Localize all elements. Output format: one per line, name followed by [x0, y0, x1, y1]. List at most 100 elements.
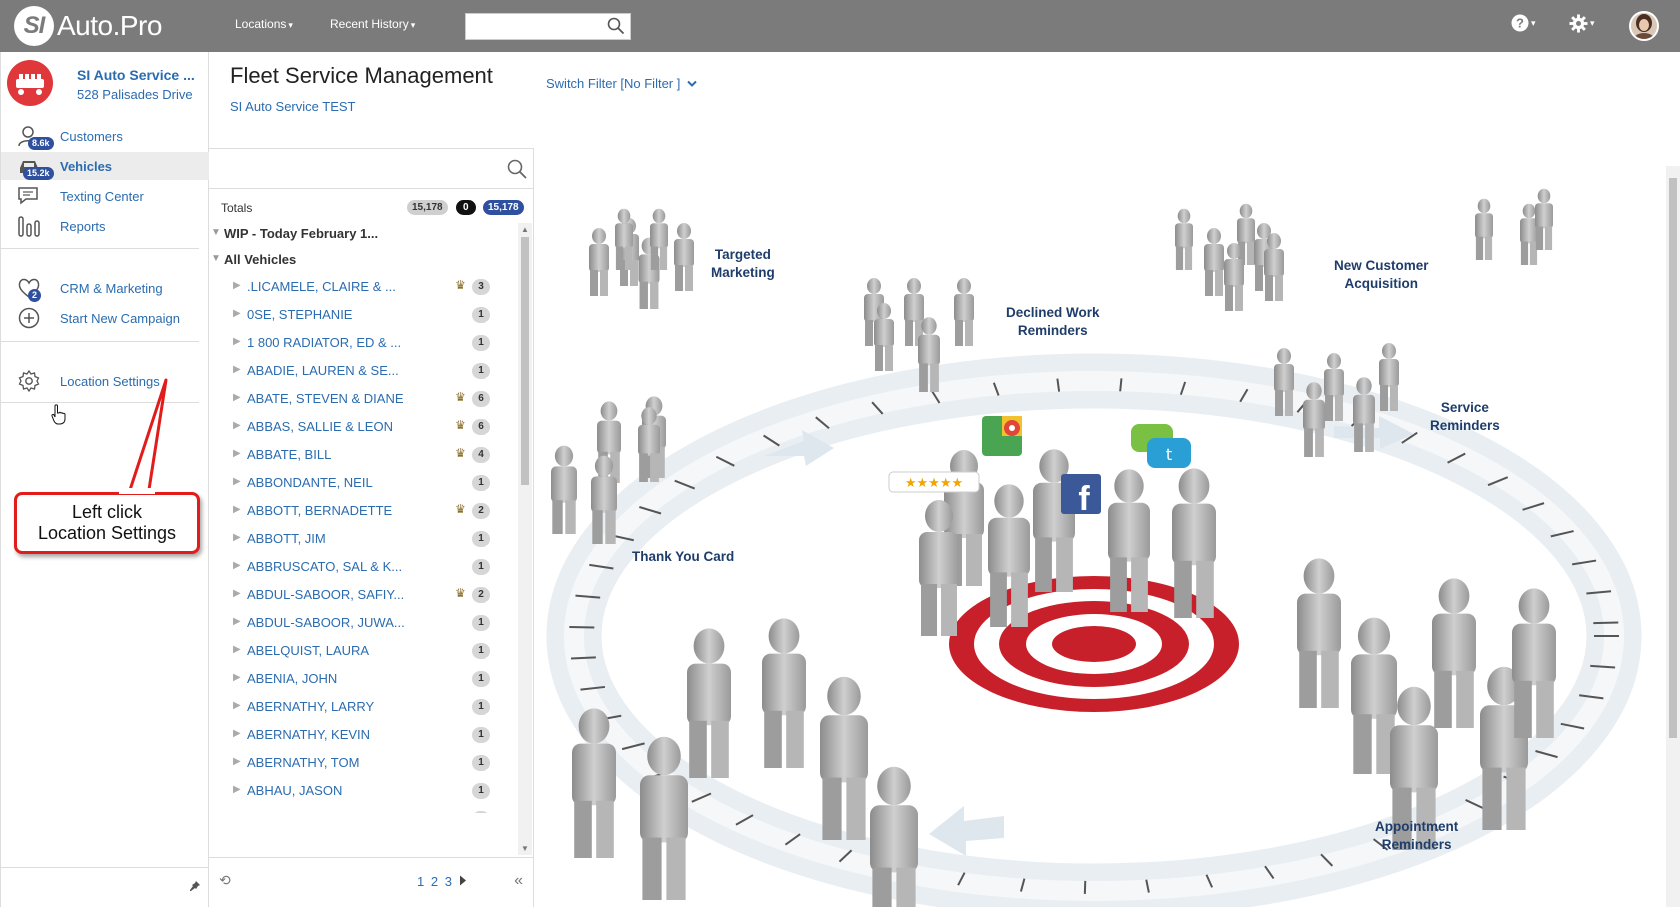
label-line: Reminders [1017, 323, 1088, 338]
pin-icon[interactable] [189, 880, 201, 892]
customer-name[interactable]: ABIRI, ZVI [247, 811, 417, 813]
caret-right-icon[interactable]: ▶ [233, 728, 241, 739]
caret-right-icon[interactable]: ▶ [233, 336, 241, 347]
customer-name[interactable]: ABDUL-SABOOR, SAFIY... [247, 587, 417, 602]
page-link[interactable]: 1 [417, 874, 424, 889]
caret-right-icon[interactable]: ▶ [233, 812, 241, 813]
caret-right-icon[interactable]: ▶ [233, 588, 241, 599]
caret-right-icon[interactable]: ▶ [233, 392, 241, 403]
list-item[interactable]: ▶ ABELQUIST, LAURA 1 [209, 637, 517, 665]
sidebar-item-location-settings[interactable]: Location Settings [1, 367, 209, 395]
list-item[interactable]: ▶ ABBRUSCATO, SAL & K... 1 [209, 553, 517, 581]
customer-name[interactable]: .LICAMELE, CLAIRE & ... [247, 279, 417, 294]
list-item[interactable]: ▶ ABBOTT, JIM 1 [209, 525, 517, 553]
collapse-panel-icon[interactable]: « [514, 872, 523, 890]
shop-logo[interactable] [7, 60, 53, 106]
customer-name[interactable]: ABBRUSCATO, SAL & K... [247, 559, 417, 574]
help-menu[interactable]: ? ▾ [1511, 14, 1536, 32]
list-item[interactable]: ▶ ABHAU, JASON 1 [209, 777, 517, 805]
caret-right-icon[interactable]: ▶ [233, 420, 241, 431]
caret-right-icon[interactable]: ▶ [233, 644, 241, 655]
customer-name[interactable]: ABENIA, JOHN [247, 671, 417, 686]
group-all-vehicles[interactable]: ▼ All Vehicles [209, 249, 519, 271]
nav-locations[interactable]: Locations ▾ [235, 17, 293, 31]
sidebar-item-vehicles[interactable]: 15.2k Vehicles [1, 152, 209, 180]
caret-right-icon[interactable]: ▶ [233, 280, 241, 291]
sidebar-item-start-new-campaign[interactable]: Start New Campaign [1, 304, 209, 332]
search-icon[interactable] [607, 17, 625, 35]
callout-pointer-joint [119, 488, 155, 494]
app-logo[interactable]: SI Auto.Pro [14, 6, 162, 46]
caret-right-icon[interactable]: ▶ [233, 532, 241, 543]
caret-right-icon[interactable]: ▶ [233, 308, 241, 319]
list-item[interactable]: ▶ ABATE, STEVEN & DIANE ♛ 6 [209, 385, 517, 413]
list-item[interactable]: ▶ ABBONDANTE, NEIL 1 [209, 469, 517, 497]
sidebar-item-reports[interactable]: Reports [1, 212, 209, 240]
main-scrollbar[interactable] [1666, 166, 1680, 907]
customer-name[interactable]: ABERNATHY, KEVIN [247, 727, 417, 742]
list-item[interactable]: ▶ ABBAS, SALLIE & LEON ♛ 6 [209, 413, 517, 441]
customer-name[interactable]: ABELQUIST, LAURA [247, 643, 417, 658]
customer-name[interactable]: ABBONDANTE, NEIL [247, 475, 417, 490]
list-item[interactable]: ▶ ABERNATHY, TOM 1 [209, 749, 517, 777]
settings-menu[interactable]: ▾ [1569, 14, 1595, 33]
list-item[interactable]: ▶ .LICAMELE, CLAIRE & ... ♛ 3 [209, 273, 517, 301]
list-search-input[interactable] [209, 149, 489, 187]
sidebar-item-customers[interactable]: 8.6k Customers [1, 122, 209, 150]
customer-name[interactable]: ABBAS, SALLIE & LEON [247, 419, 417, 434]
customer-name[interactable]: ABBATE, BILL [247, 447, 417, 462]
page-link[interactable]: 2 [431, 874, 438, 889]
totals-count-wip: 0 [456, 200, 476, 215]
list-item[interactable]: ▶ ABIRI, ZVI 1 [209, 805, 517, 813]
caret-right-icon[interactable]: ▶ [233, 616, 241, 627]
user-avatar[interactable] [1629, 11, 1659, 41]
customer-name[interactable]: ABERNATHY, TOM [247, 755, 417, 770]
customer-name[interactable]: ABDUL-SABOOR, JUWA... [247, 615, 417, 630]
switch-filter-button[interactable]: Switch Filter [No Filter ] [546, 76, 697, 91]
customer-name[interactable]: 1 800 RADIATOR, ED & ... [247, 335, 417, 350]
customer-name[interactable]: 0SE, STEPHANIE [247, 307, 417, 322]
list-item[interactable]: ▶ 1 800 RADIATOR, ED & ... 1 [209, 329, 517, 357]
caret-right-icon[interactable]: ▶ [233, 504, 241, 515]
page-subtitle[interactable]: SI Auto Service TEST [230, 99, 355, 114]
global-search-input[interactable] [466, 14, 596, 39]
search-icon[interactable] [507, 159, 527, 179]
customer-name[interactable]: ABBOTT, BERNADETTE [247, 503, 417, 518]
list-item[interactable]: ▶ ABDUL-SABOOR, SAFIY... ♛ 2 [209, 581, 517, 609]
sidebar: SI Auto Service ... 528 Palisades Drive … [0, 52, 209, 907]
list-item[interactable]: ▶ ABERNATHY, KEVIN 1 [209, 721, 517, 749]
caret-right-icon[interactable]: ▶ [233, 672, 241, 683]
customer-name[interactable]: ABERNATHY, LARRY [247, 699, 417, 714]
shop-name[interactable]: SI Auto Service ... [77, 67, 207, 83]
customer-name[interactable]: ABADIE, LAUREN & SE... [247, 363, 417, 378]
customer-name[interactable]: ABATE, STEVEN & DIANE [247, 391, 417, 406]
customer-name[interactable]: ABBOTT, JIM [247, 531, 417, 546]
group-wip-today[interactable]: ▼ WIP - Today February 1... [209, 223, 519, 245]
nav-recent-history[interactable]: Recent History ▾ [330, 17, 415, 31]
sidebar-item-crm-marketing[interactable]: 2 CRM & Marketing [1, 274, 209, 302]
list-item[interactable]: ▶ ABDUL-SABOOR, JUWA... 1 [209, 609, 517, 637]
list-item[interactable]: ▶ ABBATE, BILL ♛ 4 [209, 441, 517, 469]
next-page-icon[interactable] [459, 875, 467, 886]
customer-name[interactable]: ABHAU, JASON [247, 783, 417, 798]
list-item[interactable]: ▶ ABBOTT, BERNADETTE ♛ 2 [209, 497, 517, 525]
refresh-icon[interactable]: ⟲ [219, 872, 231, 889]
list-scrollbar[interactable]: ▲ ▼ [518, 223, 532, 855]
scrollbar-thumb[interactable] [1669, 178, 1677, 738]
list-item[interactable]: ▶ ABERNATHY, LARRY 1 [209, 693, 517, 721]
sidebar-item-texting-center[interactable]: Texting Center [1, 182, 209, 210]
caret-right-icon[interactable]: ▶ [233, 756, 241, 767]
list-item[interactable]: ▶ 0SE, STEPHANIE 1 [209, 301, 517, 329]
scrollbar-thumb[interactable] [521, 237, 529, 485]
caret-right-icon[interactable]: ▶ [233, 364, 241, 375]
scroll-down-icon[interactable]: ▼ [521, 844, 529, 853]
caret-right-icon[interactable]: ▶ [233, 700, 241, 711]
caret-right-icon[interactable]: ▶ [233, 476, 241, 487]
caret-right-icon[interactable]: ▶ [233, 560, 241, 571]
caret-right-icon[interactable]: ▶ [233, 448, 241, 459]
list-item[interactable]: ▶ ABADIE, LAUREN & SE... 1 [209, 357, 517, 385]
caret-right-icon[interactable]: ▶ [233, 784, 241, 795]
page-link[interactable]: 3 [445, 874, 452, 889]
scroll-up-icon[interactable]: ▲ [521, 225, 529, 234]
list-item[interactable]: ▶ ABENIA, JOHN 1 [209, 665, 517, 693]
